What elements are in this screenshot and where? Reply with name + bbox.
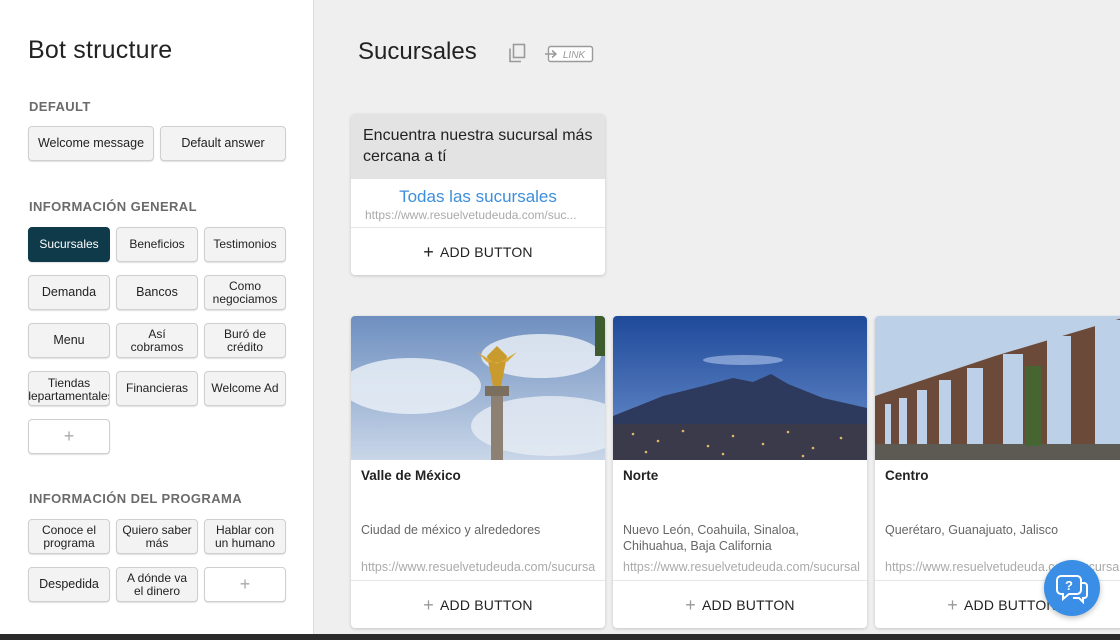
plus-icon: + [423,241,434,262]
sidebar-item-welcome-ad[interactable]: Welcome Ad [204,371,286,406]
group-label-informacion-general: INFORMACIÓN GENERAL [29,199,197,214]
bot-structure-sidebar: Bot structure DEFAULT Welcome message De… [0,0,314,640]
sidebar-item-beneficios[interactable]: Beneficios [116,227,198,262]
add-button[interactable]: + ADD BUTTON [351,227,605,275]
plus-icon: + [423,594,434,615]
add-button-label: ADD BUTTON [439,596,533,613]
gallery-card-valle-de-mexico: Valle de México Ciudad de méxico y alred… [351,316,605,628]
add-block-button[interactable]: + [28,419,110,454]
sidebar-item-financieras[interactable]: Financieras [116,371,198,406]
card-url: https://www.resuelvetudeuda.com/sucursal [623,560,860,574]
chat-help-icon: ? [1056,575,1088,605]
sidebar-item-bancos[interactable]: Bancos [116,275,198,310]
card-subtitle[interactable]: Querétaro, Guanajuato, Jalisco [885,522,1120,538]
plus-icon: + [685,594,696,615]
card-image[interactable] [875,316,1120,460]
sidebar-item-sucursales[interactable]: Sucursales [28,227,110,262]
group-label-default: DEFAULT [29,99,91,114]
sidebar-item-hablar-con-un-humano[interactable]: Hablar con un humano [204,519,286,554]
add-button[interactable]: + ADD BUTTON [351,580,605,628]
add-button-label: ADD BUTTON [963,596,1057,613]
sidebar-item-demanda[interactable]: Demanda [28,275,110,310]
card-button-url: https://www.resuelvetudeuda.com/suc... [365,208,577,222]
gallery-card-norte: Norte Nuevo León, Coahuila, Sinaloa, Chi… [613,316,867,628]
link-icon[interactable]: LINK [544,44,594,64]
sidebar-item-como-negociamos[interactable]: Como negociamos [204,275,286,310]
sidebar-item-buro-de-credito[interactable]: Buró de crédito [204,323,286,358]
text-message-card: Encuentra nuestra sucursal más cercana a… [351,114,605,275]
sidebar-item-tiendas-departamentales[interactable]: Tiendas departamentales [28,371,110,406]
sidebar-item-quiero-saber-mas[interactable]: Quiero saber más [116,519,198,554]
card-image[interactable] [613,316,867,460]
plus-icon: + [239,574,251,594]
bottom-strip [0,634,1120,640]
plus-icon: + [947,594,958,615]
sidebar-item-default-answer[interactable]: Default answer [160,126,286,161]
svg-text:?: ? [1065,578,1073,593]
card-subtitle[interactable]: Ciudad de méxico y alrededores [361,522,597,538]
sidebar-item-testimonios[interactable]: Testimonios [204,227,286,262]
group-label-informacion-del-programa: INFORMACIÓN DEL PROGRAMA [29,491,243,506]
message-text[interactable]: Encuentra nuestra sucursal más cercana a… [351,114,605,179]
sidebar-item-conoce-el-programa[interactable]: Conoce el programa [28,519,110,554]
add-button-label: ADD BUTTON [701,596,795,613]
card-button-title[interactable]: Todas las sucursales [351,187,605,207]
sidebar-item-asi-cobramos[interactable]: Así cobramos [116,323,198,358]
link-label: LINK [563,50,587,61]
card-title[interactable]: Norte [623,468,658,483]
card-title[interactable]: Centro [885,468,929,483]
sidebar-item-menu[interactable]: Menu [28,323,110,358]
card-title[interactable]: Valle de México [361,468,461,483]
sidebar-item-welcome-message[interactable]: Welcome message [28,126,154,161]
add-button-label: ADD BUTTON [439,243,533,260]
add-block-button-programa[interactable]: + [204,567,286,602]
chat-help-button[interactable]: ? [1044,560,1100,616]
page-title: Sucursales [358,38,477,65]
sidebar-title: Bot structure [28,36,173,64]
plus-icon: + [63,426,75,446]
sidebar-item-despedida[interactable]: Despedida [28,567,110,602]
add-button[interactable]: + ADD BUTTON [613,580,867,628]
card-subtitle[interactable]: Nuevo León, Coahuila, Sinaloa, Chihuahua… [623,522,859,554]
card-image[interactable] [351,316,605,460]
sidebar-item-a-donde-va-el-dinero[interactable]: A dónde va el dinero [116,567,198,602]
card-url: https://www.resuelvetudeuda.com/sucursa [361,560,596,574]
copy-icon[interactable] [508,43,526,63]
